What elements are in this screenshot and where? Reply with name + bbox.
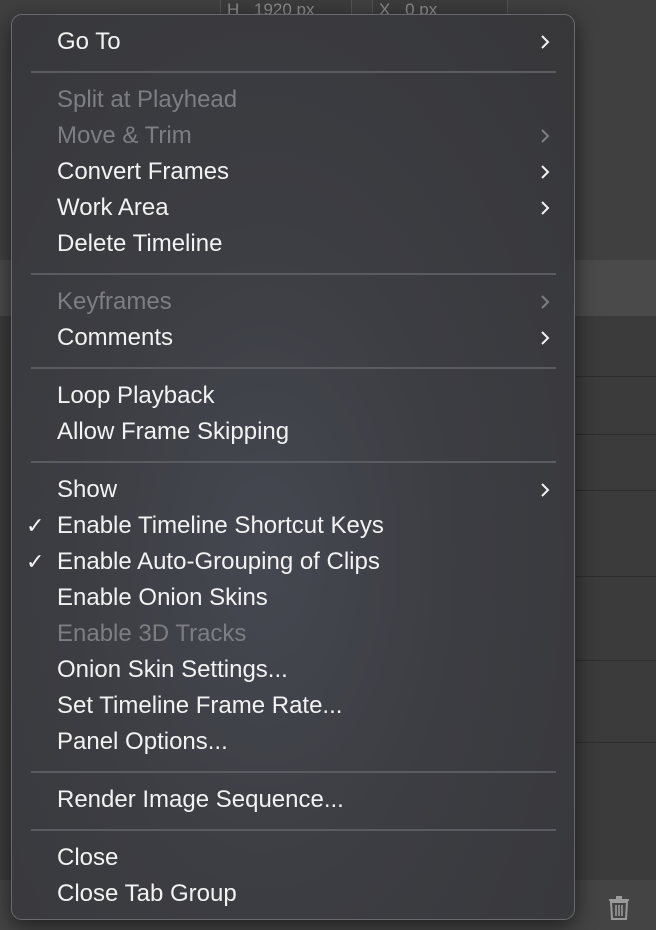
chevron-right-icon [541, 331, 550, 345]
menu-item-enable-timeline-shortcut-keys[interactable]: ✓ Enable Timeline Shortcut Keys [12, 508, 574, 544]
menu-separator [31, 71, 556, 73]
menu-item-enable-onion-skins[interactable]: Enable Onion Skins [12, 580, 574, 616]
menu-item-label: Set Timeline Frame Rate... [57, 692, 343, 719]
menu-item-split-at-playhead[interactable]: Split at Playhead [12, 82, 574, 118]
menu-item-label: Delete Timeline [57, 230, 223, 257]
menu-item-render-image-sequence[interactable]: Render Image Sequence... [12, 782, 574, 818]
menu-item-label: Enable 3D Tracks [57, 620, 247, 647]
menu-separator [31, 461, 556, 463]
menu-separator [31, 273, 556, 275]
chevron-right-icon [541, 35, 550, 49]
menu-item-close[interactable]: Close [12, 840, 574, 876]
menu-item-go-to[interactable]: Go To [12, 24, 574, 60]
menu-item-move-trim[interactable]: Move & Trim [12, 118, 574, 154]
checkmark-icon: ✓ [26, 549, 45, 574]
menu-item-close-tab-group[interactable]: Close Tab Group [12, 876, 574, 912]
background-divider [576, 742, 656, 743]
timeline-panel-menu: Go To Split at Playhead Move & Trim Conv… [11, 14, 575, 920]
menu-item-label: Show [57, 476, 118, 503]
menu-item-label: Comments [57, 324, 174, 351]
chevron-right-icon [541, 201, 550, 215]
menu-item-label: Close [57, 844, 119, 871]
menu-item-enable-auto-grouping[interactable]: ✓ Enable Auto-Grouping of Clips [12, 544, 574, 580]
menu-item-label: Enable Auto-Grouping of Clips [57, 548, 380, 575]
background-divider [576, 376, 656, 377]
menu-item-label: Keyframes [57, 288, 172, 315]
menu-item-label: Split at Playhead [57, 86, 238, 113]
menu-item-comments[interactable]: Comments [12, 320, 574, 356]
chevron-right-icon [541, 483, 550, 497]
menu-item-keyframes[interactable]: Keyframes [12, 284, 574, 320]
chevron-right-icon [541, 295, 550, 309]
menu-item-show[interactable]: Show [12, 472, 574, 508]
menu-item-set-timeline-frame-rate[interactable]: Set Timeline Frame Rate... [12, 688, 574, 724]
menu-item-label: Onion Skin Settings... [57, 656, 288, 683]
menu-item-loop-playback[interactable]: Loop Playback [12, 378, 574, 414]
background-divider [576, 660, 656, 661]
menu-separator [31, 367, 556, 369]
background-divider [576, 434, 656, 435]
menu-item-label: Close Tab Group [57, 880, 237, 907]
menu-item-label: Allow Frame Skipping [57, 418, 290, 445]
menu-separator [31, 829, 556, 831]
menu-item-onion-skin-settings[interactable]: Onion Skin Settings... [12, 652, 574, 688]
background-divider [576, 490, 656, 491]
menu-item-label: Render Image Sequence... [57, 786, 344, 813]
chevron-right-icon [541, 165, 550, 179]
trash-icon[interactable] [608, 896, 630, 920]
menu-item-panel-options[interactable]: Panel Options... [12, 724, 574, 760]
menu-item-label: Convert Frames [57, 158, 230, 185]
chevron-right-icon [541, 129, 550, 143]
menu-item-convert-frames[interactable]: Convert Frames [12, 154, 574, 190]
menu-item-label: Panel Options... [57, 728, 228, 755]
menu-item-label: Work Area [57, 194, 169, 221]
background-divider [576, 576, 656, 577]
menu-separator [31, 771, 556, 773]
menu-item-label: Loop Playback [57, 382, 215, 409]
menu-item-label: Move & Trim [57, 122, 192, 149]
menu-item-allow-frame-skipping[interactable]: Allow Frame Skipping [12, 414, 574, 450]
menu-item-label: Enable Onion Skins [57, 584, 268, 611]
checkmark-icon: ✓ [26, 513, 45, 538]
menu-item-label: Enable Timeline Shortcut Keys [57, 512, 384, 539]
menu-item-delete-timeline[interactable]: Delete Timeline [12, 226, 574, 262]
menu-item-enable-3d-tracks[interactable]: Enable 3D Tracks [12, 616, 574, 652]
menu-item-work-area[interactable]: Work Area [12, 190, 574, 226]
menu-item-label: Go To [57, 28, 121, 55]
